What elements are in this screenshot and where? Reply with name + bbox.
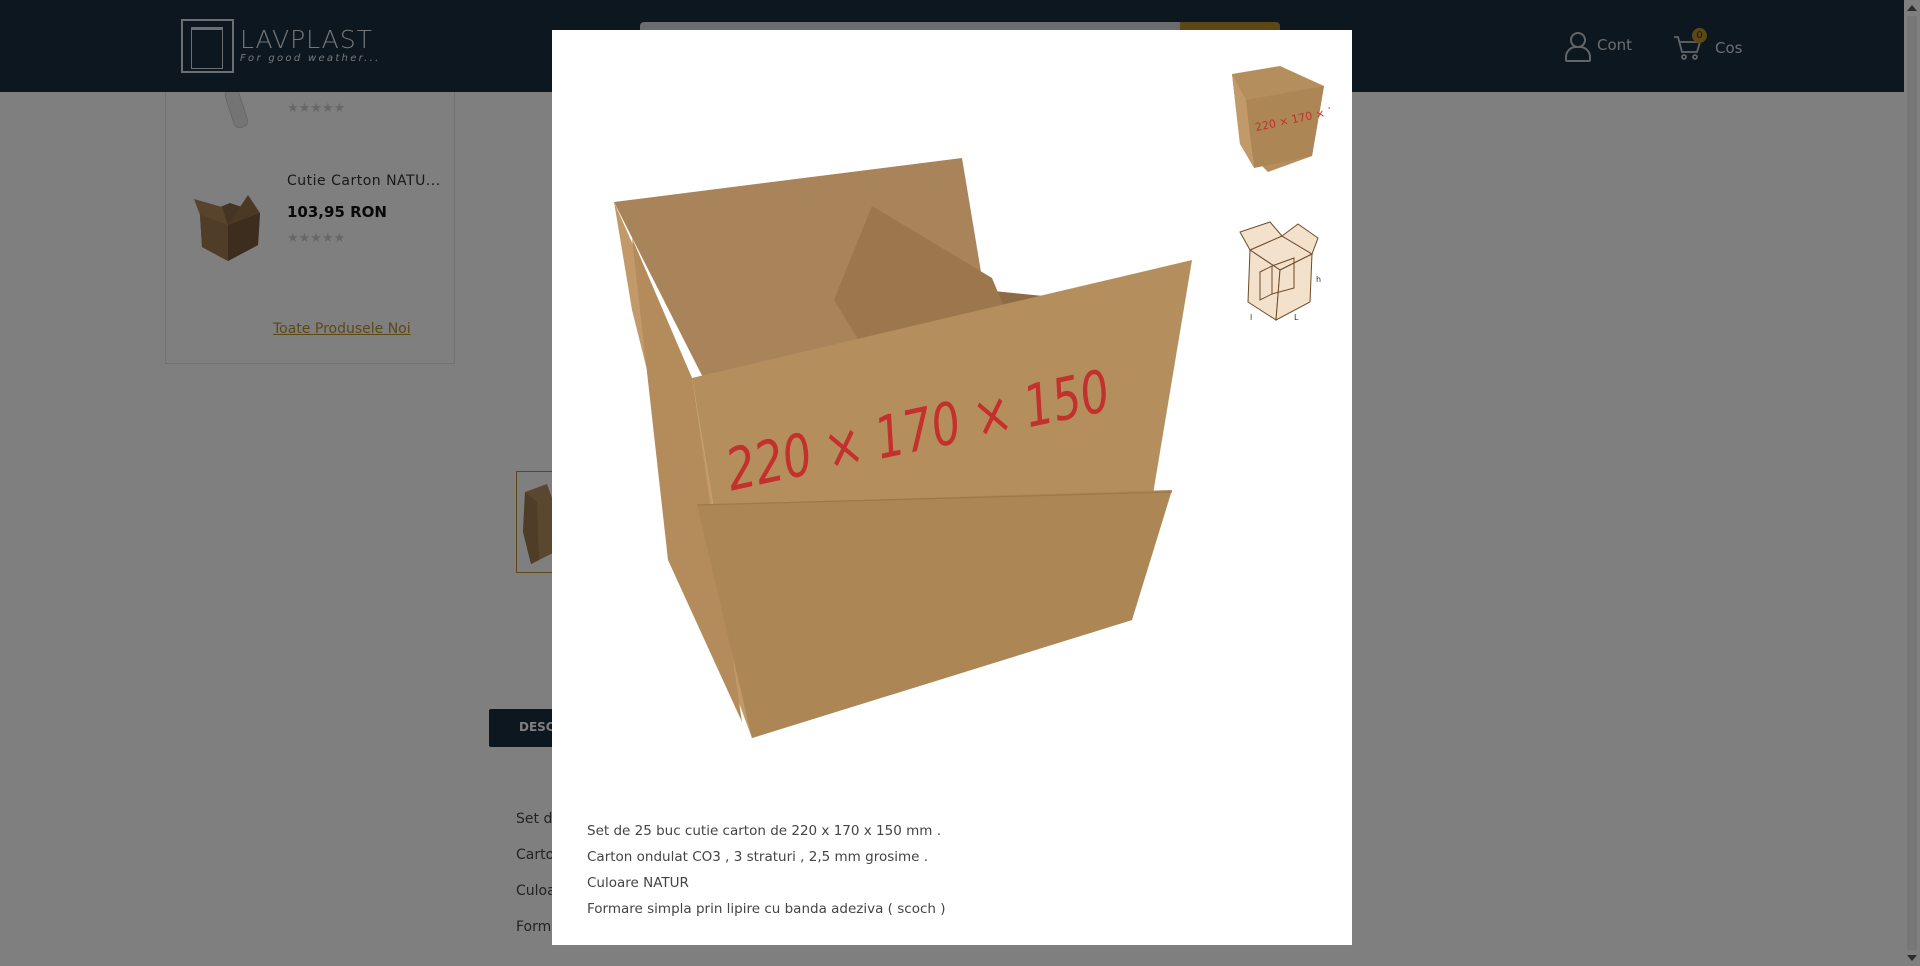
product-main-image: 220 × 170 × 150 (614, 158, 1192, 738)
product-quickview-modal: 220 × 170 × 150 220 × 170 × 150 h l L Se… (552, 30, 1352, 945)
thumbnail-box-diagram[interactable]: h l L (1220, 210, 1330, 330)
description-line: Set de 25 buc cutie carton de 220 x 170 … (587, 823, 941, 839)
description-line: Carton ondulat CO3 , 3 straturi , 2,5 mm… (587, 849, 929, 865)
thumbnail-box-photo[interactable]: 220 × 170 × 150 (1220, 60, 1350, 180)
page-scrollbar[interactable] (1904, 0, 1920, 966)
modal-thumbnails: 220 × 170 × 150 h l L (1220, 60, 1350, 360)
diagram-label-l: l (1250, 313, 1252, 322)
scroll-up-arrow-icon[interactable] (1907, 5, 1917, 11)
modal-description: Set de 25 buc cutie carton de 220 x 170 … (587, 818, 946, 922)
diagram-label-h: h (1316, 275, 1321, 284)
diagram-label-L: L (1294, 313, 1299, 322)
scrollbar-thumb[interactable] (1907, 16, 1917, 950)
description-line: Formare simpla prin lipire cu banda adez… (587, 901, 946, 917)
description-line: Culoare NATUR (587, 875, 689, 891)
scroll-down-arrow-icon[interactable] (1907, 955, 1917, 961)
